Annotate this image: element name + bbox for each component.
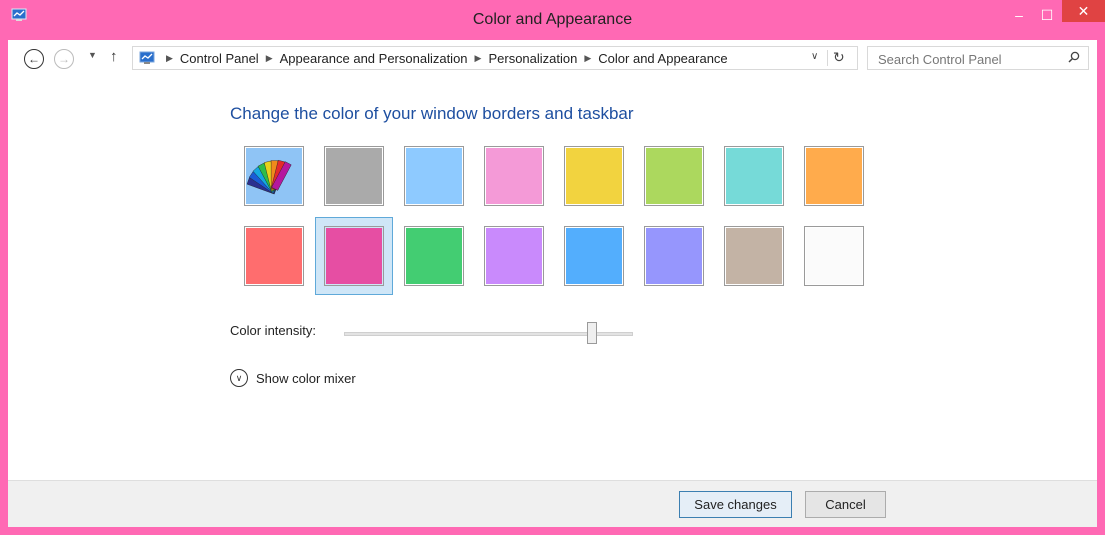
breadcrumb-personalization[interactable]: Personalization bbox=[488, 51, 577, 66]
save-changes-button[interactable]: Save changes bbox=[679, 491, 792, 518]
swatch-fill bbox=[406, 228, 462, 284]
show-color-mixer-label[interactable]: Show color mixer bbox=[256, 371, 356, 386]
color-swatch-gray[interactable] bbox=[324, 146, 384, 206]
slider-thumb[interactable] bbox=[586, 322, 597, 344]
color-swatch-emerald[interactable] bbox=[404, 226, 464, 286]
color-swatch-magenta[interactable] bbox=[324, 226, 384, 286]
minimize-button[interactable]: – bbox=[1005, 0, 1033, 30]
page-heading: Change the color of your window borders … bbox=[230, 104, 634, 123]
swatch-fill bbox=[566, 228, 622, 284]
title-bar[interactable]: Color and Appearance – ☐ ✕ bbox=[0, 0, 1105, 40]
color-swatch-light-blue[interactable] bbox=[404, 146, 464, 206]
swatch-fill bbox=[806, 148, 862, 204]
chevron-down-icon[interactable]: ∨ bbox=[230, 369, 248, 387]
swatch-fill bbox=[726, 228, 782, 284]
color-swatch-orange[interactable] bbox=[804, 146, 864, 206]
color-intensity-label: Color intensity: bbox=[230, 323, 316, 338]
refresh-button[interactable]: ↻ bbox=[833, 49, 845, 66]
content-area: ← → ▼ ↑ ▶ Control Panel ▶ Appearance and… bbox=[8, 40, 1097, 527]
color-swatch-green[interactable] bbox=[644, 146, 704, 206]
color-swatch-taupe[interactable] bbox=[724, 226, 784, 286]
color-swatch-teal[interactable] bbox=[724, 146, 784, 206]
search-icon[interactable] bbox=[1068, 51, 1080, 63]
chevron-right-icon[interactable]: ▶ bbox=[266, 53, 273, 64]
window: Color and Appearance – ☐ ✕ ← → ▼ ↑ ▶ Con… bbox=[0, 0, 1105, 535]
cancel-button[interactable]: Cancel bbox=[805, 491, 886, 518]
breadcrumb-color-appearance[interactable]: Color and Appearance bbox=[598, 51, 727, 66]
color-swatch-periwinkle[interactable] bbox=[644, 226, 704, 286]
address-bar[interactable]: ▶ Control Panel ▶ Appearance and Persona… bbox=[132, 46, 858, 70]
search-input[interactable] bbox=[876, 48, 1060, 70]
color-swatch-automatic[interactable] bbox=[244, 146, 304, 206]
swatch-fill bbox=[806, 228, 862, 284]
breadcrumb-appearance-personalization[interactable]: Appearance and Personalization bbox=[280, 51, 468, 66]
swatch-fill bbox=[486, 228, 542, 284]
window-title: Color and Appearance bbox=[472, 11, 633, 28]
color-swatch-pink[interactable] bbox=[484, 146, 544, 206]
footer-bar: Save changes Cancel bbox=[8, 480, 1097, 527]
address-dropdown-button[interactable]: ∨ bbox=[811, 51, 818, 62]
swatch-fill bbox=[566, 148, 622, 204]
chevron-right-icon[interactable]: ▶ bbox=[475, 53, 482, 64]
swatch-fill bbox=[486, 148, 542, 204]
breadcrumb-control-panel[interactable]: Control Panel bbox=[180, 51, 259, 66]
color-swatch-white[interactable] bbox=[804, 226, 864, 286]
close-button[interactable]: ✕ bbox=[1062, 0, 1105, 22]
swatch-fill bbox=[646, 148, 702, 204]
recent-locations-button[interactable]: ▼ bbox=[88, 50, 97, 60]
maximize-button[interactable]: ☐ bbox=[1033, 0, 1061, 30]
divider bbox=[827, 50, 828, 66]
color-swatch-blue[interactable] bbox=[564, 226, 624, 286]
back-button[interactable]: ← bbox=[24, 49, 44, 69]
color-swatch-red[interactable] bbox=[244, 226, 304, 286]
up-button[interactable]: ↑ bbox=[110, 48, 118, 65]
navigation-bar: ← → ▼ ↑ ▶ Control Panel ▶ Appearance and… bbox=[8, 40, 1097, 78]
swatch-fill bbox=[326, 228, 382, 284]
color-swatch-yellow[interactable] bbox=[564, 146, 624, 206]
control-panel-icon bbox=[139, 51, 155, 64]
chevron-right-icon[interactable]: ▶ bbox=[584, 53, 591, 64]
search-box[interactable] bbox=[867, 46, 1089, 70]
color-swatch-violet[interactable] bbox=[484, 226, 544, 286]
swatch-fill bbox=[326, 148, 382, 204]
swatch-fill bbox=[646, 228, 702, 284]
color-fan-icon bbox=[246, 159, 292, 195]
forward-button[interactable]: → bbox=[54, 49, 74, 69]
show-color-mixer-toggle[interactable]: ∨ Show color mixer bbox=[230, 369, 356, 387]
swatch-fill bbox=[406, 148, 462, 204]
swatch-fill bbox=[246, 228, 302, 284]
swatch-fill bbox=[726, 148, 782, 204]
chevron-right-icon[interactable]: ▶ bbox=[166, 53, 173, 64]
